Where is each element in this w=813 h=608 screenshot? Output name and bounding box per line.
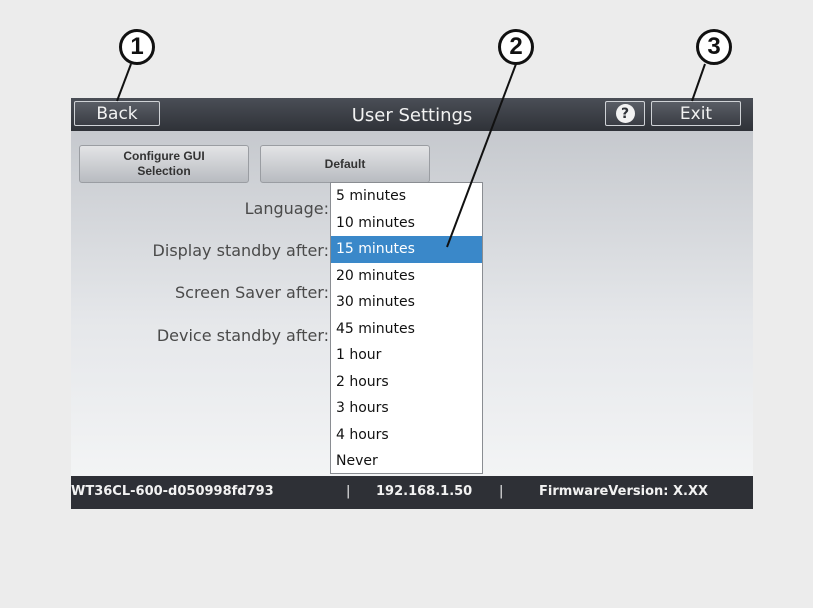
default-button[interactable]: Default [260,145,430,183]
dropdown-option[interactable]: 30 minutes [331,289,482,316]
dropdown-option[interactable]: 10 minutes [331,210,482,237]
status-separator: | [346,484,351,499]
dropdown-option[interactable]: 3 hours [331,395,482,422]
screen-saver-label: Screen Saver after: [175,283,329,302]
callout-3: 3 [696,29,732,65]
ip-address-text: 192.168.1.50 [376,484,473,499]
leader-line-3 [691,63,706,102]
dropdown-option[interactable]: 2 hours [331,369,482,396]
help-button[interactable]: ? [605,101,645,126]
standby-time-dropdown-list[interactable]: 5 minutes 10 minutes 15 minutes 20 minut… [330,182,483,474]
language-label: Language: [244,199,329,218]
device-standby-label: Device standby after: [156,326,329,345]
status-bar: WT36CL-600-d050998fd793 | 192.168.1.50 |… [71,476,753,509]
help-icon: ? [615,104,635,123]
dropdown-option[interactable]: 1 hour [331,342,482,369]
leader-line-1 [116,63,132,102]
firmware-version-text: FirmwareVersion: X.XX [539,484,708,499]
dropdown-option[interactable]: 5 minutes [331,183,482,210]
exit-button[interactable]: Exit [651,101,741,126]
dropdown-option[interactable]: 20 minutes [331,263,482,290]
callout-2-number: 2 [509,33,523,60]
status-separator: | [499,484,504,499]
callout-3-number: 3 [707,33,721,60]
default-label: Default [324,156,366,171]
display-standby-label: Display standby after: [152,241,329,260]
callout-2: 2 [498,29,534,65]
dropdown-option[interactable]: 4 hours [331,422,482,449]
configure-gui-selection-button[interactable]: Configure GUI Selection [79,145,249,183]
title-bar: Back User Settings ? Exit [71,98,753,131]
callout-1-number: 1 [130,33,144,60]
dropdown-option[interactable]: 15 minutes [331,236,482,263]
dropdown-option[interactable]: Never [331,448,482,475]
hostname-text: WT36CL-600-d050998fd793 [71,484,274,499]
exit-button-label: Exit [679,103,713,124]
configure-gui-label: Configure GUI Selection [123,149,205,178]
dropdown-option[interactable]: 45 minutes [331,316,482,343]
callout-1: 1 [119,29,155,65]
